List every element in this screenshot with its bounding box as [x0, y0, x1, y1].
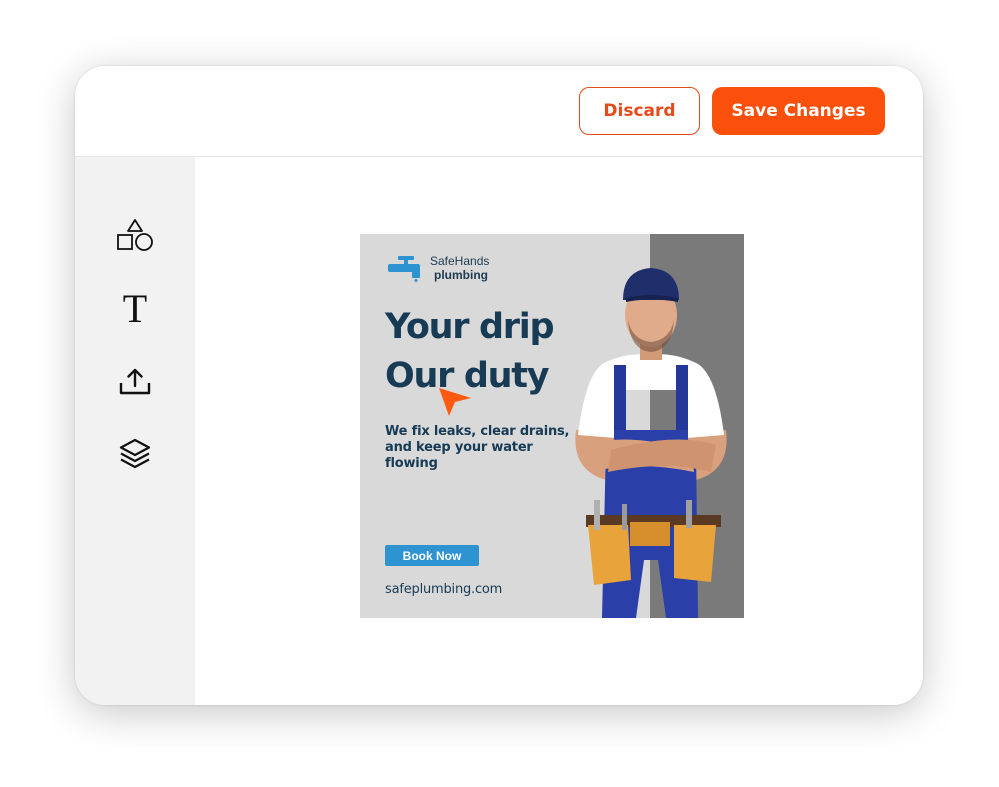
headline-line-1: Your drip [385, 307, 555, 347]
tool-upload[interactable] [115, 361, 155, 401]
tool-shapes[interactable] [115, 215, 155, 255]
text-icon: T [122, 286, 148, 331]
brand-name: SafeHands [430, 254, 490, 268]
layers-icon [119, 438, 151, 469]
tool-layers[interactable] [115, 434, 155, 474]
brand-sub: plumbing [434, 268, 488, 282]
top-toolbar: Discard Save Changes [75, 66, 923, 157]
ad-artboard[interactable]: SafeHands plumbing Your drip Our duty We… [360, 234, 744, 618]
shapes-icon [117, 219, 153, 251]
book-now-button[interactable]: Book Now [385, 545, 479, 566]
discard-button[interactable]: Discard [579, 87, 700, 135]
brand-logo: SafeHands plumbing [388, 254, 489, 282]
tool-sidebar: T [75, 157, 195, 705]
cursor-arrow-icon [439, 388, 471, 416]
tool-text[interactable]: T [115, 289, 155, 329]
ad-subtext: We fix leaks, clear drains, and keep you… [385, 424, 570, 471]
save-changes-button[interactable]: Save Changes [712, 87, 885, 135]
ad-url: safeplumbing.com [385, 582, 503, 597]
upload-icon [119, 368, 151, 395]
plumber-photo [575, 268, 727, 618]
faucet-icon [388, 256, 420, 282]
